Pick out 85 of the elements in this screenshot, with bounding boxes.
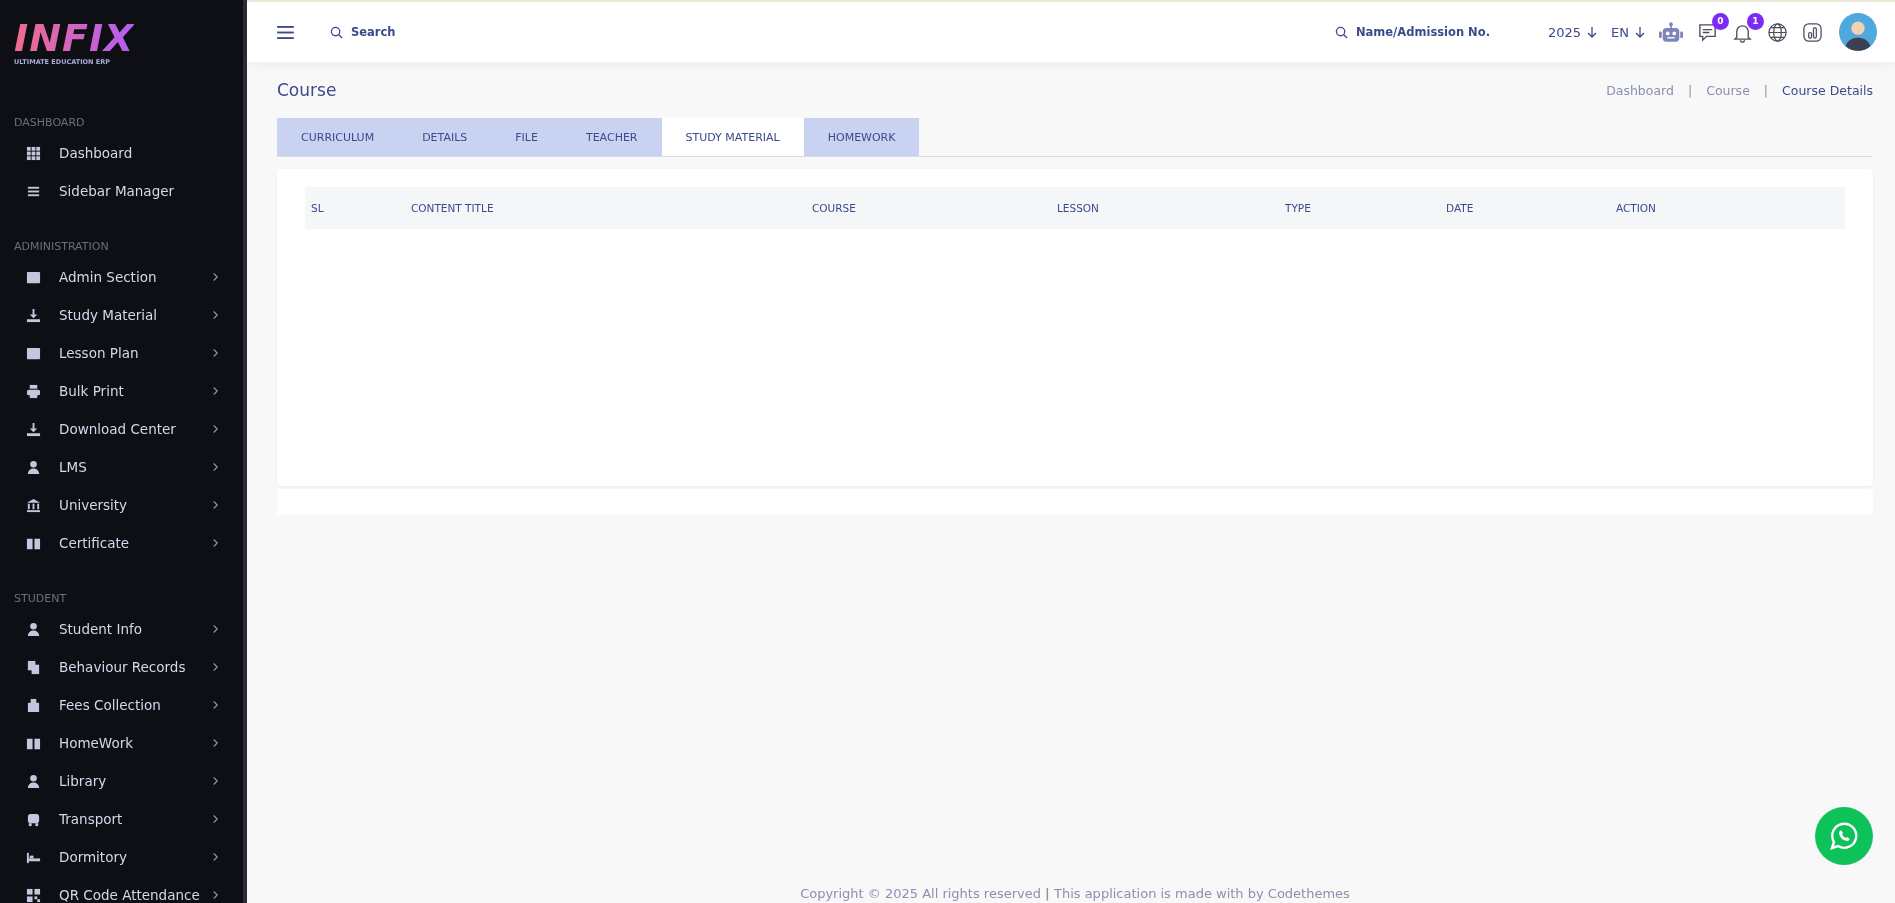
chevron-right-icon — [212, 624, 219, 634]
column-header: COURSE — [812, 202, 857, 214]
tab[interactable]: TEACHER — [561, 118, 662, 156]
menu-item-icon — [26, 307, 41, 323]
column-header: CONTENT TITLE — [411, 202, 495, 214]
user-avatar[interactable] — [1839, 13, 1877, 51]
sidebar-section-title: STUDENT — [13, 591, 68, 607]
sidebar-item[interactable]: University — [59, 497, 128, 513]
message-count-badge: 0 — [1712, 12, 1729, 30]
chevron-right-icon — [212, 272, 219, 282]
menu-item-icon — [26, 697, 41, 713]
chevron-right-icon — [212, 348, 219, 358]
search-icon — [330, 25, 343, 39]
sidebar-item[interactable]: Lesson Plan — [59, 345, 139, 361]
robot-icon[interactable] — [1659, 21, 1683, 43]
breadcrumb-separator: | — [1687, 82, 1693, 98]
sidebar-item[interactable]: Library — [59, 773, 107, 789]
page-title: Course — [277, 80, 337, 100]
menu-item-icon — [26, 421, 41, 437]
sidebar-item[interactable]: Sidebar Manager — [59, 183, 175, 199]
student-search-field[interactable]: Name/Admission No. — [1353, 24, 1508, 40]
arrow-down-icon — [1587, 26, 1598, 38]
chevron-right-icon — [212, 424, 219, 434]
sidebar-item[interactable]: QR Code Attendance — [59, 887, 200, 903]
chevron-right-icon — [212, 662, 219, 672]
menu-icon[interactable] — [277, 25, 294, 39]
column-header: ACTION — [1616, 202, 1657, 214]
chevron-right-icon — [212, 500, 219, 510]
column-header: TYPE — [1285, 202, 1312, 214]
menu-item-icon — [26, 383, 41, 399]
sidebar-item[interactable]: Dashboard — [59, 145, 133, 161]
bar-chart-icon[interactable] — [1802, 21, 1823, 43]
tab[interactable]: FILE — [491, 118, 562, 156]
chevron-right-icon — [212, 538, 219, 548]
breadcrumb-separator: | — [1763, 82, 1769, 98]
sidebar-item[interactable]: HomeWork — [59, 735, 134, 751]
menu-item-icon — [26, 811, 41, 827]
sidebar-item[interactable]: Behaviour Records — [59, 659, 186, 675]
tab[interactable]: DETAILS — [398, 118, 492, 156]
tab[interactable]: STUDY MATERIAL — [661, 118, 804, 156]
sidebar-item[interactable]: Fees Collection — [59, 697, 161, 713]
sidebar-section-title: DASHBOARD — [13, 115, 86, 131]
sidebar-item[interactable]: Study Material — [59, 307, 158, 323]
chevron-right-icon — [212, 462, 219, 472]
menu-item-icon — [26, 459, 41, 475]
chevron-right-icon — [212, 776, 219, 786]
menu-item-icon — [26, 345, 41, 361]
search-field[interactable]: Search — [349, 24, 473, 40]
sidebar-item[interactable]: Bulk Print — [59, 383, 124, 399]
sidebar-section-title: ADMINISTRATION — [13, 239, 110, 255]
column-header: LESSON — [1057, 202, 1100, 214]
chevron-right-icon — [212, 386, 219, 396]
sidebar-item[interactable]: LMS — [59, 459, 87, 475]
search-icon — [1334, 25, 1348, 39]
breadcrumb-link[interactable]: Course Details — [1782, 82, 1873, 98]
menu-item-icon — [26, 145, 41, 161]
chevron-right-icon — [212, 700, 219, 710]
footer-text: Copyright © 2025 All rights reserved | This application is made with by Codethemes — [799, 886, 1351, 903]
column-header: SL — [311, 202, 325, 214]
chevron-right-icon — [212, 310, 219, 320]
year-dropdown[interactable]: 2025 — [1547, 24, 1598, 40]
notification-count-badge: 1 — [1747, 12, 1764, 30]
chevron-right-icon — [212, 738, 219, 748]
chevron-right-icon — [212, 890, 219, 900]
chevron-right-icon — [212, 852, 219, 862]
chat-icon[interactable] — [1697, 21, 1718, 43]
menu-item-icon — [26, 887, 41, 903]
sidebar-item[interactable]: Admin Section — [59, 269, 157, 285]
tab[interactable]: CURRICULUM — [277, 118, 399, 156]
menu-item-icon — [26, 659, 41, 675]
sidebar-item[interactable]: Download Center — [59, 421, 176, 437]
language-dropdown[interactable]: EN — [1611, 24, 1645, 40]
menu-item-icon — [26, 269, 41, 285]
menu-item-icon — [26, 621, 41, 637]
sidebar-item[interactable]: Dormitory — [59, 849, 127, 865]
sidebar-item[interactable]: Student Info — [59, 621, 142, 637]
sidebar-item[interactable]: Certificate — [59, 535, 130, 551]
menu-item-icon — [26, 773, 41, 789]
sidebar-item[interactable]: Transport — [59, 811, 123, 827]
tab[interactable]: HOMEWORK — [803, 118, 920, 156]
arrow-down-icon — [1635, 26, 1645, 38]
column-header: DATE — [1446, 202, 1475, 214]
chevron-right-icon — [212, 814, 219, 824]
menu-item-icon — [26, 497, 41, 513]
globe-icon[interactable] — [1767, 21, 1788, 43]
